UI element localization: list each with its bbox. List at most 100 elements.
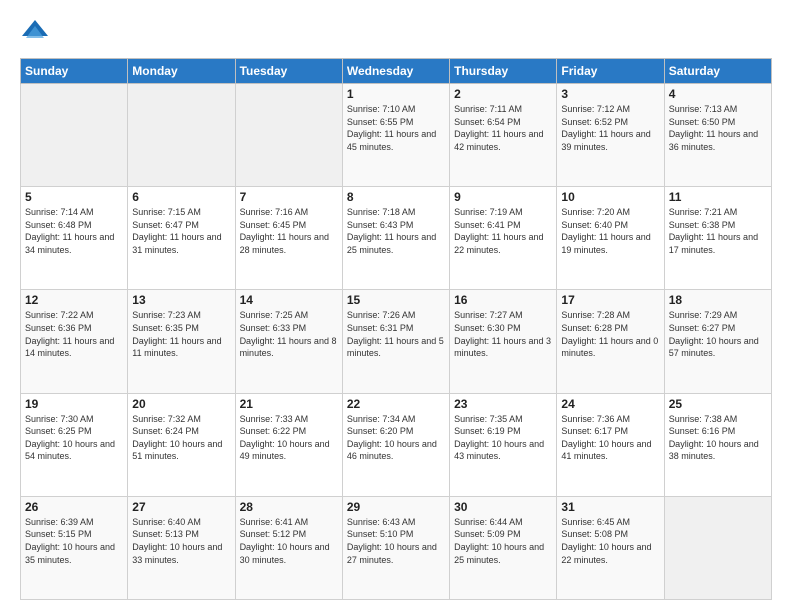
day-number: 14 bbox=[240, 293, 338, 307]
calendar-day-cell: 6 Sunrise: 7:15 AM Sunset: 6:47 PM Daylig… bbox=[128, 187, 235, 290]
day-number: 13 bbox=[132, 293, 230, 307]
day-info: Sunrise: 6:39 AM Sunset: 5:15 PM Dayligh… bbox=[25, 516, 123, 566]
day-info: Sunrise: 7:32 AM Sunset: 6:24 PM Dayligh… bbox=[132, 413, 230, 463]
day-info: Sunrise: 7:33 AM Sunset: 6:22 PM Dayligh… bbox=[240, 413, 338, 463]
day-number: 21 bbox=[240, 397, 338, 411]
calendar-day-cell: 16 Sunrise: 7:27 AM Sunset: 6:30 PM Dayli… bbox=[450, 290, 557, 393]
day-info: Sunrise: 7:22 AM Sunset: 6:36 PM Dayligh… bbox=[25, 309, 123, 359]
day-number: 3 bbox=[561, 87, 659, 101]
day-number: 27 bbox=[132, 500, 230, 514]
calendar-day-cell bbox=[235, 84, 342, 187]
calendar: SundayMondayTuesdayWednesdayThursdayFrid… bbox=[20, 58, 772, 600]
day-number: 8 bbox=[347, 190, 445, 204]
calendar-day-cell: 28 Sunrise: 6:41 AM Sunset: 5:12 PM Dayli… bbox=[235, 496, 342, 599]
calendar-day-cell bbox=[21, 84, 128, 187]
day-number: 17 bbox=[561, 293, 659, 307]
day-number: 16 bbox=[454, 293, 552, 307]
calendar-day-cell: 31Sunrise: 6:45 AM Sunset: 5:08 PM Dayli… bbox=[557, 496, 664, 599]
day-info: Sunrise: 7:11 AM Sunset: 6:54 PM Dayligh… bbox=[454, 103, 552, 153]
day-number: 25 bbox=[669, 397, 767, 411]
calendar-day-cell: 27 Sunrise: 6:40 AM Sunset: 5:13 PM Dayli… bbox=[128, 496, 235, 599]
calendar-day-cell: 20 Sunrise: 7:32 AM Sunset: 6:24 PM Dayli… bbox=[128, 393, 235, 496]
calendar-day-cell: 1 Sunrise: 7:10 AM Sunset: 6:55 PM Daylig… bbox=[342, 84, 449, 187]
day-info: Sunrise: 7:29 AM Sunset: 6:27 PM Dayligh… bbox=[669, 309, 767, 359]
calendar-day-cell: 3 Sunrise: 7:12 AM Sunset: 6:52 PM Daylig… bbox=[557, 84, 664, 187]
weekday-header-monday: Monday bbox=[128, 59, 235, 84]
day-number: 18 bbox=[669, 293, 767, 307]
day-number: 10 bbox=[561, 190, 659, 204]
day-info: Sunrise: 7:27 AM Sunset: 6:30 PM Dayligh… bbox=[454, 309, 552, 359]
calendar-day-cell: 11 Sunrise: 7:21 AM Sunset: 6:38 PM Dayli… bbox=[664, 187, 771, 290]
calendar-day-cell: 22Sunrise: 7:34 AM Sunset: 6:20 PM Dayli… bbox=[342, 393, 449, 496]
day-info: Sunrise: 7:23 AM Sunset: 6:35 PM Dayligh… bbox=[132, 309, 230, 359]
day-info: Sunrise: 7:35 AM Sunset: 6:19 PM Dayligh… bbox=[454, 413, 552, 463]
day-info: Sunrise: 6:41 AM Sunset: 5:12 PM Dayligh… bbox=[240, 516, 338, 566]
header bbox=[20, 18, 772, 48]
calendar-day-cell: 26Sunrise: 6:39 AM Sunset: 5:15 PM Dayli… bbox=[21, 496, 128, 599]
page: SundayMondayTuesdayWednesdayThursdayFrid… bbox=[0, 0, 792, 612]
day-number: 22 bbox=[347, 397, 445, 411]
day-info: Sunrise: 7:26 AM Sunset: 6:31 PM Dayligh… bbox=[347, 309, 445, 359]
day-number: 30 bbox=[454, 500, 552, 514]
calendar-day-cell: 4 Sunrise: 7:13 AM Sunset: 6:50 PM Daylig… bbox=[664, 84, 771, 187]
day-number: 24 bbox=[561, 397, 659, 411]
day-number: 31 bbox=[561, 500, 659, 514]
day-number: 29 bbox=[347, 500, 445, 514]
calendar-week-row: 19 Sunrise: 7:30 AM Sunset: 6:25 PM Dayli… bbox=[21, 393, 772, 496]
day-info: Sunrise: 6:40 AM Sunset: 5:13 PM Dayligh… bbox=[132, 516, 230, 566]
day-info: Sunrise: 6:43 AM Sunset: 5:10 PM Dayligh… bbox=[347, 516, 445, 566]
weekday-header-sunday: Sunday bbox=[21, 59, 128, 84]
calendar-day-cell: 23 Sunrise: 7:35 AM Sunset: 6:19 PM Dayli… bbox=[450, 393, 557, 496]
calendar-day-cell: 21 Sunrise: 7:33 AM Sunset: 6:22 PM Dayli… bbox=[235, 393, 342, 496]
day-info: Sunrise: 7:38 AM Sunset: 6:16 PM Dayligh… bbox=[669, 413, 767, 463]
calendar-day-cell: 2Sunrise: 7:11 AM Sunset: 6:54 PM Daylig… bbox=[450, 84, 557, 187]
calendar-day-cell bbox=[664, 496, 771, 599]
calendar-day-cell: 30 Sunrise: 6:44 AM Sunset: 5:09 PM Dayli… bbox=[450, 496, 557, 599]
weekday-header-row: SundayMondayTuesdayWednesdayThursdayFrid… bbox=[21, 59, 772, 84]
day-number: 20 bbox=[132, 397, 230, 411]
day-number: 19 bbox=[25, 397, 123, 411]
calendar-day-cell: 19 Sunrise: 7:30 AM Sunset: 6:25 PM Dayli… bbox=[21, 393, 128, 496]
calendar-week-row: 12 Sunrise: 7:22 AM Sunset: 6:36 PM Dayli… bbox=[21, 290, 772, 393]
weekday-header-friday: Friday bbox=[557, 59, 664, 84]
calendar-day-cell: 15 Sunrise: 7:26 AM Sunset: 6:31 PM Dayli… bbox=[342, 290, 449, 393]
day-number: 12 bbox=[25, 293, 123, 307]
calendar-day-cell: 24 Sunrise: 7:36 AM Sunset: 6:17 PM Dayli… bbox=[557, 393, 664, 496]
day-info: Sunrise: 6:44 AM Sunset: 5:09 PM Dayligh… bbox=[454, 516, 552, 566]
day-info: Sunrise: 7:16 AM Sunset: 6:45 PM Dayligh… bbox=[240, 206, 338, 256]
day-number: 5 bbox=[25, 190, 123, 204]
calendar-day-cell: 18 Sunrise: 7:29 AM Sunset: 6:27 PM Dayli… bbox=[664, 290, 771, 393]
calendar-day-cell: 8 Sunrise: 7:18 AM Sunset: 6:43 PM Daylig… bbox=[342, 187, 449, 290]
day-number: 7 bbox=[240, 190, 338, 204]
day-info: Sunrise: 7:19 AM Sunset: 6:41 PM Dayligh… bbox=[454, 206, 552, 256]
day-number: 28 bbox=[240, 500, 338, 514]
day-info: Sunrise: 7:13 AM Sunset: 6:50 PM Dayligh… bbox=[669, 103, 767, 153]
day-info: Sunrise: 7:15 AM Sunset: 6:47 PM Dayligh… bbox=[132, 206, 230, 256]
day-info: Sunrise: 7:20 AM Sunset: 6:40 PM Dayligh… bbox=[561, 206, 659, 256]
day-info: Sunrise: 7:10 AM Sunset: 6:55 PM Dayligh… bbox=[347, 103, 445, 153]
day-number: 1 bbox=[347, 87, 445, 101]
day-info: Sunrise: 7:30 AM Sunset: 6:25 PM Dayligh… bbox=[25, 413, 123, 463]
day-info: Sunrise: 7:21 AM Sunset: 6:38 PM Dayligh… bbox=[669, 206, 767, 256]
day-info: Sunrise: 7:12 AM Sunset: 6:52 PM Dayligh… bbox=[561, 103, 659, 153]
day-info: Sunrise: 7:36 AM Sunset: 6:17 PM Dayligh… bbox=[561, 413, 659, 463]
weekday-header-wednesday: Wednesday bbox=[342, 59, 449, 84]
day-number: 4 bbox=[669, 87, 767, 101]
day-number: 11 bbox=[669, 190, 767, 204]
calendar-day-cell bbox=[128, 84, 235, 187]
day-info: Sunrise: 7:28 AM Sunset: 6:28 PM Dayligh… bbox=[561, 309, 659, 359]
day-number: 23 bbox=[454, 397, 552, 411]
calendar-day-cell: 14Sunrise: 7:25 AM Sunset: 6:33 PM Dayli… bbox=[235, 290, 342, 393]
calendar-day-cell: 5Sunrise: 7:14 AM Sunset: 6:48 PM Daylig… bbox=[21, 187, 128, 290]
calendar-week-row: 5Sunrise: 7:14 AM Sunset: 6:48 PM Daylig… bbox=[21, 187, 772, 290]
day-number: 15 bbox=[347, 293, 445, 307]
day-info: Sunrise: 7:18 AM Sunset: 6:43 PM Dayligh… bbox=[347, 206, 445, 256]
weekday-header-tuesday: Tuesday bbox=[235, 59, 342, 84]
logo-icon bbox=[20, 18, 50, 48]
calendar-day-cell: 17 Sunrise: 7:28 AM Sunset: 6:28 PM Dayli… bbox=[557, 290, 664, 393]
day-number: 6 bbox=[132, 190, 230, 204]
day-number: 9 bbox=[454, 190, 552, 204]
logo bbox=[20, 18, 54, 48]
calendar-day-cell: 7 Sunrise: 7:16 AM Sunset: 6:45 PM Daylig… bbox=[235, 187, 342, 290]
calendar-week-row: 26Sunrise: 6:39 AM Sunset: 5:15 PM Dayli… bbox=[21, 496, 772, 599]
